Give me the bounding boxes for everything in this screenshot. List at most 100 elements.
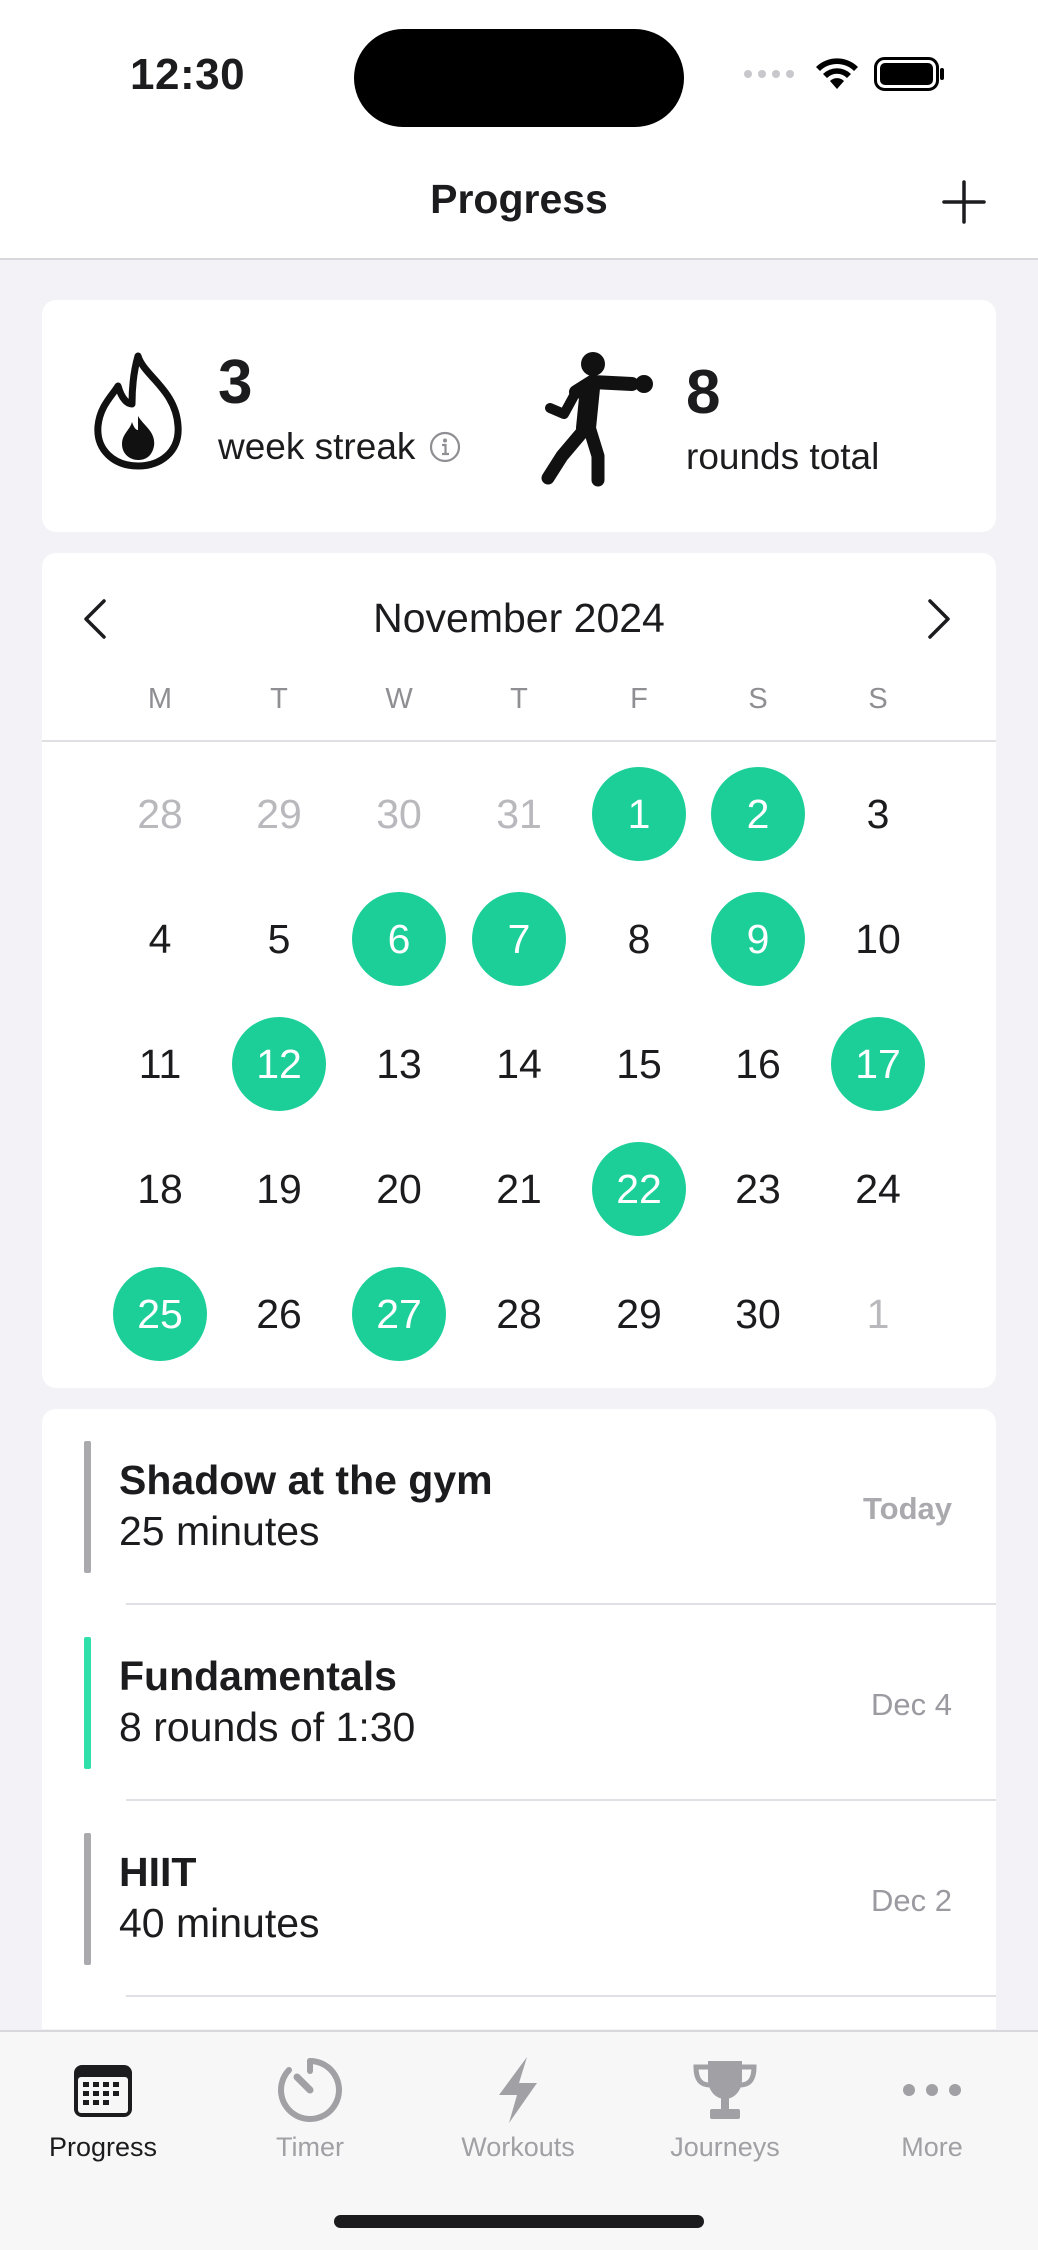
weekday-label: W (385, 683, 413, 715)
workout-row[interactable]: HIIT 40 minutes Dec 2 (42, 1801, 996, 1997)
calendar-day[interactable]: 14 (472, 1017, 566, 1111)
bolt-icon (499, 2057, 537, 2123)
workout-date: Today (863, 1491, 952, 1526)
calendar-day-completed[interactable]: 25 (113, 1267, 207, 1361)
calendar-day[interactable]: 28 (113, 767, 207, 861)
streak-value: 3 (218, 348, 253, 417)
calendar-day-completed[interactable]: 17 (831, 1017, 925, 1111)
workout-color-bar (84, 1637, 91, 1769)
tab-workouts-label: Workouts (461, 2132, 575, 2162)
workout-color-bar (84, 1441, 91, 1573)
calendar-day[interactable]: 28 (472, 1267, 566, 1361)
rounds-stat: 8 rounds total (540, 350, 879, 490)
dynamic-island (354, 29, 684, 127)
calendar-day-completed[interactable]: 1 (592, 767, 686, 861)
calendar-day[interactable]: 3 (831, 767, 925, 861)
rounds-value: 8 (686, 358, 721, 427)
weekday-header: MTWTFSS (42, 683, 996, 723)
calendar-day[interactable]: 21 (472, 1142, 566, 1236)
calendar-day[interactable]: 5 (232, 892, 326, 986)
workout-row[interactable]: Fundamentals 8 rounds of 1:30 Dec 4 (42, 1605, 996, 1801)
tab-bar: Progress Timer Workouts Journeys More (0, 2030, 1038, 2250)
calendar-day-completed[interactable]: 7 (472, 892, 566, 986)
workout-detail: 25 minutes (119, 1508, 320, 1554)
status-bar: 12:30 (0, 0, 1038, 150)
calendar-day[interactable]: 31 (472, 767, 566, 861)
calendar-day[interactable]: 10 (831, 892, 925, 986)
stats-card: 3 week streak 8 rounds total (42, 300, 996, 532)
workout-date: Dec 2 (871, 1883, 952, 1918)
calendar-icon (74, 2065, 132, 2117)
home-indicator (334, 2215, 704, 2228)
calendar-day[interactable]: 24 (831, 1142, 925, 1236)
status-indicators (744, 56, 946, 92)
tab-timer[interactable]: Timer (210, 2052, 410, 2163)
trophy-icon (693, 2061, 757, 2119)
tab-timer-label: Timer (276, 2132, 344, 2162)
wifi-icon (816, 58, 858, 89)
info-icon[interactable] (429, 431, 461, 463)
workout-detail: 8 rounds of 1:30 (119, 1704, 416, 1750)
navigation-bar: Progress (0, 150, 1038, 260)
streak-stat: 3 week streak (92, 350, 461, 470)
chevron-right-icon[interactable] (918, 597, 958, 641)
more-icon (903, 2084, 961, 2096)
workout-title: Fundamentals (119, 1653, 397, 1699)
weekday-label: T (270, 683, 288, 715)
calendar-day-completed[interactable]: 27 (352, 1267, 446, 1361)
boxer-icon (541, 352, 653, 487)
cellular-signal-icon (744, 70, 794, 78)
calendar-day[interactable]: 30 (711, 1267, 805, 1361)
workout-list: Shadow at the gym 25 minutes Today Fundamen… (42, 1409, 996, 2029)
weekday-label: S (868, 683, 888, 715)
rounds-label: rounds total (686, 436, 880, 477)
calendar-day[interactable]: 29 (232, 767, 326, 861)
calendar-divider (42, 740, 996, 742)
workout-title: Shadow at the gym (119, 1457, 493, 1503)
calendar-day[interactable]: 19 (232, 1142, 326, 1236)
calendar-day-completed[interactable]: 12 (232, 1017, 326, 1111)
workout-title: HIIT (119, 1849, 197, 1895)
calendar-day[interactable]: 15 (592, 1017, 686, 1111)
calendar-day[interactable]: 11 (113, 1017, 207, 1111)
calendar-day-completed[interactable]: 2 (711, 767, 805, 861)
calendar-day[interactable]: 20 (352, 1142, 446, 1236)
tab-progress[interactable]: Progress (3, 2052, 203, 2163)
flame-icon (94, 352, 182, 470)
calendar-day[interactable]: 8 (592, 892, 686, 986)
plus-icon[interactable] (940, 178, 988, 226)
calendar-card: November 2024 MTWTFSS 28 29 30 31 1 2 3 4 5 6 7 8 9 1… (42, 553, 996, 1388)
workout-row[interactable]: Shadow at the gym 25 minutes Today (42, 1409, 996, 1605)
tab-more[interactable]: More (832, 2052, 1032, 2163)
calendar-day[interactable]: 30 (352, 767, 446, 861)
status-time: 12:30 (130, 50, 246, 99)
page-title: Progress (430, 176, 608, 222)
tab-journeys-label: Journeys (670, 2132, 780, 2162)
workout-date: Dec 4 (871, 1687, 952, 1722)
calendar-day[interactable]: 1 (831, 1267, 925, 1361)
timer-icon (278, 2058, 342, 2122)
streak-label: week streak (218, 426, 416, 467)
calendar-day[interactable]: 13 (352, 1017, 446, 1111)
battery-icon (874, 57, 944, 91)
workout-detail: 40 minutes (119, 1900, 320, 1946)
workout-row-partial (42, 1997, 996, 2029)
weekday-label: S (748, 683, 768, 715)
calendar-day[interactable]: 4 (113, 892, 207, 986)
workout-color-bar (84, 1833, 91, 1965)
calendar-day[interactable]: 23 (711, 1142, 805, 1236)
calendar-day[interactable]: 29 (592, 1267, 686, 1361)
tab-journeys[interactable]: Journeys (625, 2052, 825, 2163)
tab-workouts[interactable]: Workouts (418, 2052, 618, 2163)
calendar-day[interactable]: 26 (232, 1267, 326, 1361)
calendar-day-completed[interactable]: 9 (711, 892, 805, 986)
weekday-label: T (510, 683, 528, 715)
weekday-label: F (630, 683, 648, 715)
weekday-label: M (147, 683, 173, 715)
calendar-day-completed[interactable]: 22 (592, 1142, 686, 1236)
calendar-day-completed[interactable]: 6 (352, 892, 446, 986)
tab-progress-label: Progress (48, 2132, 158, 2162)
calendar-day[interactable]: 18 (113, 1142, 207, 1236)
calendar-month-title: November 2024 (373, 595, 665, 641)
calendar-day[interactable]: 16 (711, 1017, 805, 1111)
